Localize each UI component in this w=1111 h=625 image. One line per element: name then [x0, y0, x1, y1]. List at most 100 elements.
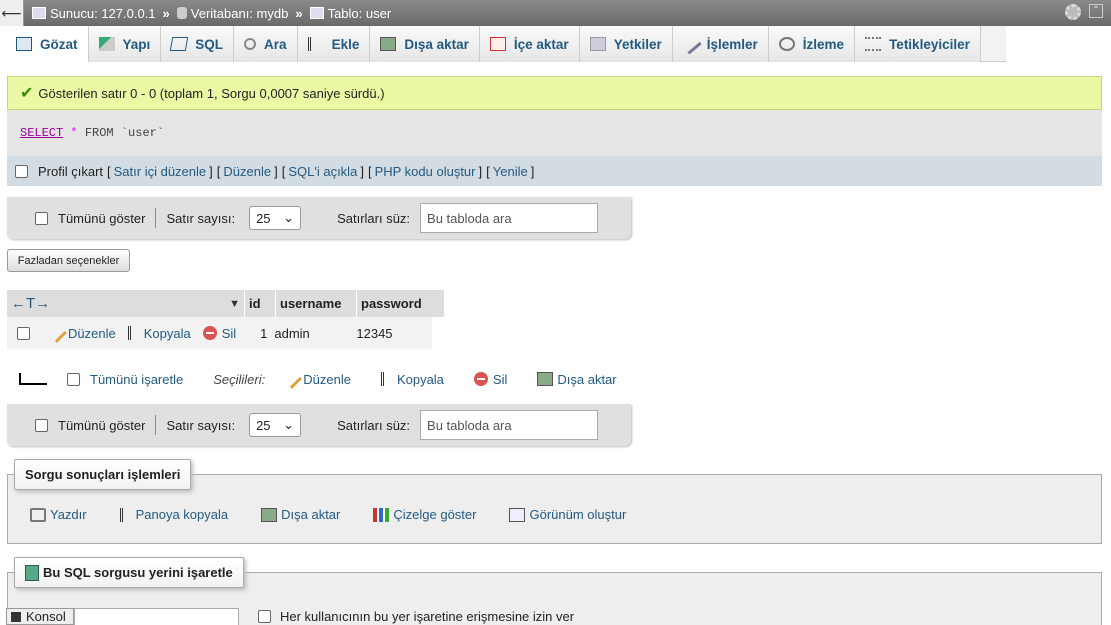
breadcrumb-database[interactable]: Veritabanı: mydb [191, 6, 289, 21]
server-icon [32, 7, 46, 19]
show-all-label: Tümünü göster [58, 210, 146, 226]
sql-keyword-select[interactable]: SELECT [20, 126, 63, 140]
row-edit-link[interactable]: Düzenle [47, 323, 116, 343]
row-copy-link[interactable]: Kopyala [127, 326, 191, 341]
tab-browse[interactable]: Gözat [6, 26, 89, 62]
console-button[interactable]: Konsol [6, 608, 74, 625]
cell-id[interactable]: 1 [260, 326, 267, 341]
explain-sql-link[interactable]: SQL'i açıkla [288, 164, 357, 179]
bulk-export-button[interactable]: Dışa aktar [537, 372, 617, 387]
tab-export[interactable]: Dışa aktar [370, 26, 480, 62]
allow-all-label: Her kullanıcının bu yer işaretine erişme… [280, 609, 575, 624]
filter-label: Satırları süz: [337, 210, 411, 226]
structure-icon [98, 37, 115, 51]
breadcrumb-table[interactable]: Tablo: user [328, 6, 392, 21]
export-icon [261, 507, 278, 522]
bookmark-icon [25, 564, 39, 581]
caret-down-icon[interactable]: ▼ [229, 298, 240, 310]
cell-password[interactable]: 12345 [356, 326, 432, 341]
copy-to-clipboard-button[interactable]: Panoya kopyala [119, 507, 228, 522]
allow-all-users: Her kullanıcının bu yer işaretine erişme… [258, 609, 574, 624]
allow-all-checkbox[interactable] [258, 610, 271, 623]
inline-edit-link[interactable]: Satır içi düzenle [114, 164, 207, 179]
rows-select[interactable]: 25 ⌄ [249, 413, 302, 437]
selected-label: Seçilileri: [213, 371, 266, 387]
chart-icon [373, 507, 390, 522]
search-icon [244, 38, 257, 50]
more-options-button[interactable]: Fazladan seçenekler [7, 249, 130, 272]
tab-sql[interactable]: SQL [161, 26, 235, 62]
success-message: ✔ Gösterilen satır 0 - 0 (toplam 1, Sorg… [7, 76, 1102, 110]
create-php-code-link[interactable]: PHP kodu oluştur [375, 164, 476, 179]
column-arrows-header: ←T→ ▼ [7, 290, 245, 317]
column-header-password[interactable]: password [357, 290, 445, 317]
bracket: [ [107, 163, 111, 179]
row-delete-link[interactable]: Sil [202, 326, 236, 341]
show-all-checkbox[interactable] [35, 211, 48, 225]
bulk-edit-button[interactable]: Düzenle [282, 369, 351, 389]
bracket: ] [530, 163, 535, 179]
tab-structure[interactable]: Yapı [88, 26, 162, 62]
tab-search[interactable]: Ara [234, 26, 298, 62]
check-all-checkbox[interactable] [67, 372, 80, 386]
divider [155, 208, 157, 228]
triggers-icon [865, 37, 882, 51]
pencil-icon [282, 369, 303, 389]
breadcrumb-server[interactable]: Sunucu: 127.0.0.1 [50, 6, 156, 21]
tab-privileges[interactable]: Yetkiler [579, 26, 673, 62]
navigation-bar-top: Tümünü göster Satır sayısı: 25 ⌄ Satırlar… [7, 197, 631, 239]
bulk-delete-button[interactable]: Sil [473, 372, 507, 387]
show-all-checkbox[interactable] [35, 418, 48, 432]
delete-icon [473, 372, 488, 386]
tab-insert[interactable]: Ekle [297, 26, 371, 62]
cell-username[interactable]: admin [274, 326, 356, 341]
tab-triggers[interactable]: Tetikleyiciler [855, 26, 981, 62]
profile-label: Profil çıkart [38, 163, 104, 179]
insert-icon [307, 37, 324, 51]
collapse-icon[interactable]: ⌃ [1089, 4, 1103, 18]
edit-query-link[interactable]: Düzenle [223, 164, 271, 179]
bracket: [ [367, 163, 372, 179]
column-header-username[interactable]: username [276, 290, 357, 317]
bookmark-legend: Bu SQL sorgusu yerini işaretle [14, 557, 244, 588]
import-icon [489, 37, 506, 51]
divider [155, 415, 157, 435]
gear-icon[interactable] [1065, 4, 1081, 20]
rows-select[interactable]: 25 ⌄ [249, 206, 302, 230]
rows-label: Satır sayısı: [166, 210, 236, 226]
copy-icon [119, 507, 132, 522]
tab-import[interactable]: İçe aktar [479, 26, 580, 62]
profile-checkbox[interactable] [15, 164, 28, 178]
tab-operations[interactable]: İşlemler [672, 26, 769, 62]
printer-icon [30, 507, 46, 522]
row-checkbox[interactable] [17, 326, 30, 340]
sql-icon [170, 37, 189, 51]
sql-table-name: `user` [120, 126, 165, 140]
query-results-legend: Sorgu sonuçları işlemleri [14, 459, 192, 490]
column-arrows[interactable]: ←T→ [11, 295, 50, 312]
database-icon [176, 7, 187, 19]
refresh-link[interactable]: Yenile [493, 164, 528, 179]
export-button[interactable]: Dışa aktar [261, 507, 340, 522]
profiling-bar: Profil çıkart [ Satır içi düzenle ] [ Dü… [7, 156, 1102, 186]
bookmark-label-input[interactable] [74, 608, 239, 625]
navigation-bar-bottom: Tümünü göster Satır sayısı: 25 ⌄ Satırlar… [7, 404, 631, 446]
bracket: [ [281, 163, 286, 179]
view-icon [509, 507, 526, 522]
filter-input[interactable]: Bu tabloda ara [420, 410, 599, 440]
console-icon [11, 611, 21, 622]
tab-tracking[interactable]: İzleme [768, 26, 856, 62]
delete-icon [202, 326, 217, 340]
operations-list: Yazdır Panoya kopyala Dışa aktar Çizelge… [30, 507, 626, 522]
bracket: [ [216, 163, 221, 179]
table-header: ←T→ ▼ id username password [7, 290, 445, 317]
bulk-copy-button[interactable]: Kopyala [380, 372, 444, 387]
display-chart-button[interactable]: Çizelge göster [373, 507, 476, 522]
chevron-down-icon: ⌄ [283, 210, 295, 225]
check-all-label[interactable]: Tümünü işaretle [90, 372, 183, 387]
print-button[interactable]: Yazdır [30, 507, 87, 522]
create-view-button[interactable]: Görünüm oluştur [509, 507, 626, 522]
back-arrow-icon[interactable]: ⟵ [0, 0, 24, 26]
filter-input[interactable]: Bu tabloda ara [420, 203, 599, 233]
column-header-id[interactable]: id [245, 290, 276, 317]
